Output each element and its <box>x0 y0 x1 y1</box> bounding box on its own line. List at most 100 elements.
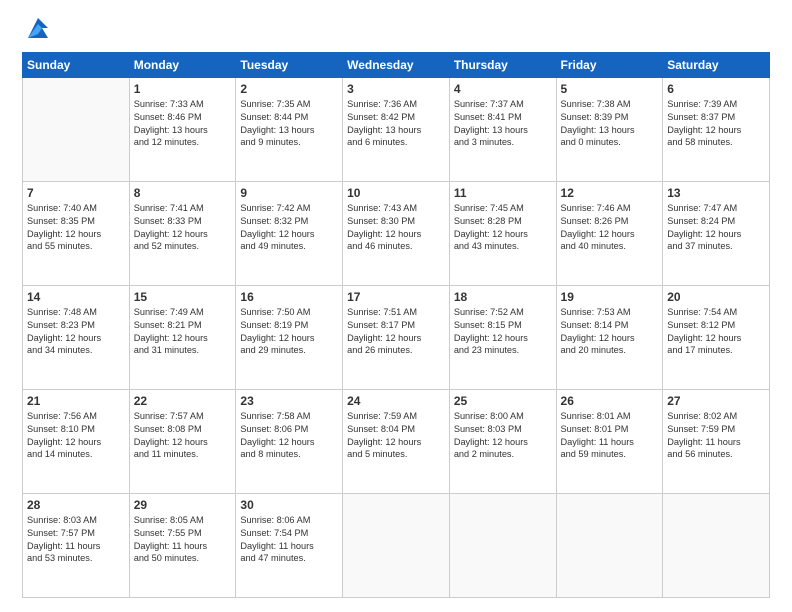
day-info: Sunrise: 8:06 AM Sunset: 7:54 PM Dayligh… <box>240 514 338 565</box>
day-number: 23 <box>240 393 338 409</box>
calendar-table: SundayMondayTuesdayWednesdayThursdayFrid… <box>22 52 770 598</box>
week-row-2: 7Sunrise: 7:40 AM Sunset: 8:35 PM Daylig… <box>23 182 770 286</box>
day-info: Sunrise: 8:00 AM Sunset: 8:03 PM Dayligh… <box>454 410 552 461</box>
day-info: Sunrise: 7:48 AM Sunset: 8:23 PM Dayligh… <box>27 306 125 357</box>
weekday-header-sunday: Sunday <box>23 53 130 78</box>
day-number: 6 <box>667 81 765 97</box>
calendar-cell: 25Sunrise: 8:00 AM Sunset: 8:03 PM Dayli… <box>449 390 556 494</box>
day-number: 8 <box>134 185 232 201</box>
day-number: 19 <box>561 289 659 305</box>
calendar-cell: 2Sunrise: 7:35 AM Sunset: 8:44 PM Daylig… <box>236 78 343 182</box>
weekday-header-wednesday: Wednesday <box>343 53 450 78</box>
day-info: Sunrise: 7:36 AM Sunset: 8:42 PM Dayligh… <box>347 98 445 149</box>
day-info: Sunrise: 7:40 AM Sunset: 8:35 PM Dayligh… <box>27 202 125 253</box>
day-info: Sunrise: 7:54 AM Sunset: 8:12 PM Dayligh… <box>667 306 765 357</box>
calendar-cell: 8Sunrise: 7:41 AM Sunset: 8:33 PM Daylig… <box>129 182 236 286</box>
day-info: Sunrise: 7:49 AM Sunset: 8:21 PM Dayligh… <box>134 306 232 357</box>
calendar-cell: 24Sunrise: 7:59 AM Sunset: 8:04 PM Dayli… <box>343 390 450 494</box>
day-number: 5 <box>561 81 659 97</box>
day-number: 25 <box>454 393 552 409</box>
day-info: Sunrise: 8:02 AM Sunset: 7:59 PM Dayligh… <box>667 410 765 461</box>
day-info: Sunrise: 7:43 AM Sunset: 8:30 PM Dayligh… <box>347 202 445 253</box>
day-number: 30 <box>240 497 338 513</box>
calendar-cell: 5Sunrise: 7:38 AM Sunset: 8:39 PM Daylig… <box>556 78 663 182</box>
day-number: 1 <box>134 81 232 97</box>
day-number: 14 <box>27 289 125 305</box>
day-info: Sunrise: 7:37 AM Sunset: 8:41 PM Dayligh… <box>454 98 552 149</box>
day-number: 13 <box>667 185 765 201</box>
calendar-cell <box>556 494 663 598</box>
calendar-cell: 11Sunrise: 7:45 AM Sunset: 8:28 PM Dayli… <box>449 182 556 286</box>
week-row-3: 14Sunrise: 7:48 AM Sunset: 8:23 PM Dayli… <box>23 286 770 390</box>
day-info: Sunrise: 8:05 AM Sunset: 7:55 PM Dayligh… <box>134 514 232 565</box>
header <box>22 18 770 42</box>
day-number: 29 <box>134 497 232 513</box>
calendar-cell: 12Sunrise: 7:46 AM Sunset: 8:26 PM Dayli… <box>556 182 663 286</box>
calendar-cell <box>449 494 556 598</box>
calendar-cell <box>23 78 130 182</box>
day-number: 4 <box>454 81 552 97</box>
calendar-cell: 28Sunrise: 8:03 AM Sunset: 7:57 PM Dayli… <box>23 494 130 598</box>
weekday-header-tuesday: Tuesday <box>236 53 343 78</box>
day-number: 3 <box>347 81 445 97</box>
calendar-cell: 15Sunrise: 7:49 AM Sunset: 8:21 PM Dayli… <box>129 286 236 390</box>
day-info: Sunrise: 7:35 AM Sunset: 8:44 PM Dayligh… <box>240 98 338 149</box>
calendar-cell: 4Sunrise: 7:37 AM Sunset: 8:41 PM Daylig… <box>449 78 556 182</box>
day-info: Sunrise: 7:58 AM Sunset: 8:06 PM Dayligh… <box>240 410 338 461</box>
day-info: Sunrise: 7:50 AM Sunset: 8:19 PM Dayligh… <box>240 306 338 357</box>
weekday-header-row: SundayMondayTuesdayWednesdayThursdayFrid… <box>23 53 770 78</box>
day-info: Sunrise: 8:03 AM Sunset: 7:57 PM Dayligh… <box>27 514 125 565</box>
weekday-header-friday: Friday <box>556 53 663 78</box>
calendar-cell: 27Sunrise: 8:02 AM Sunset: 7:59 PM Dayli… <box>663 390 770 494</box>
calendar-cell: 26Sunrise: 8:01 AM Sunset: 8:01 PM Dayli… <box>556 390 663 494</box>
day-info: Sunrise: 7:42 AM Sunset: 8:32 PM Dayligh… <box>240 202 338 253</box>
day-info: Sunrise: 8:01 AM Sunset: 8:01 PM Dayligh… <box>561 410 659 461</box>
week-row-4: 21Sunrise: 7:56 AM Sunset: 8:10 PM Dayli… <box>23 390 770 494</box>
calendar-cell: 17Sunrise: 7:51 AM Sunset: 8:17 PM Dayli… <box>343 286 450 390</box>
day-number: 9 <box>240 185 338 201</box>
calendar-cell: 20Sunrise: 7:54 AM Sunset: 8:12 PM Dayli… <box>663 286 770 390</box>
day-info: Sunrise: 7:38 AM Sunset: 8:39 PM Dayligh… <box>561 98 659 149</box>
day-number: 11 <box>454 185 552 201</box>
day-number: 18 <box>454 289 552 305</box>
day-info: Sunrise: 7:45 AM Sunset: 8:28 PM Dayligh… <box>454 202 552 253</box>
calendar-cell: 3Sunrise: 7:36 AM Sunset: 8:42 PM Daylig… <box>343 78 450 182</box>
calendar-cell: 9Sunrise: 7:42 AM Sunset: 8:32 PM Daylig… <box>236 182 343 286</box>
day-info: Sunrise: 7:39 AM Sunset: 8:37 PM Dayligh… <box>667 98 765 149</box>
calendar-cell: 13Sunrise: 7:47 AM Sunset: 8:24 PM Dayli… <box>663 182 770 286</box>
day-number: 27 <box>667 393 765 409</box>
calendar-cell: 1Sunrise: 7:33 AM Sunset: 8:46 PM Daylig… <box>129 78 236 182</box>
day-info: Sunrise: 7:33 AM Sunset: 8:46 PM Dayligh… <box>134 98 232 149</box>
day-number: 7 <box>27 185 125 201</box>
day-number: 17 <box>347 289 445 305</box>
calendar-cell: 19Sunrise: 7:53 AM Sunset: 8:14 PM Dayli… <box>556 286 663 390</box>
day-info: Sunrise: 7:46 AM Sunset: 8:26 PM Dayligh… <box>561 202 659 253</box>
day-number: 16 <box>240 289 338 305</box>
day-info: Sunrise: 7:52 AM Sunset: 8:15 PM Dayligh… <box>454 306 552 357</box>
day-info: Sunrise: 7:57 AM Sunset: 8:08 PM Dayligh… <box>134 410 232 461</box>
calendar-cell: 7Sunrise: 7:40 AM Sunset: 8:35 PM Daylig… <box>23 182 130 286</box>
day-info: Sunrise: 7:59 AM Sunset: 8:04 PM Dayligh… <box>347 410 445 461</box>
calendar-cell: 23Sunrise: 7:58 AM Sunset: 8:06 PM Dayli… <box>236 390 343 494</box>
weekday-header-thursday: Thursday <box>449 53 556 78</box>
day-number: 2 <box>240 81 338 97</box>
day-number: 10 <box>347 185 445 201</box>
day-info: Sunrise: 7:51 AM Sunset: 8:17 PM Dayligh… <box>347 306 445 357</box>
week-row-1: 1Sunrise: 7:33 AM Sunset: 8:46 PM Daylig… <box>23 78 770 182</box>
calendar-cell: 16Sunrise: 7:50 AM Sunset: 8:19 PM Dayli… <box>236 286 343 390</box>
day-info: Sunrise: 7:47 AM Sunset: 8:24 PM Dayligh… <box>667 202 765 253</box>
calendar-cell: 29Sunrise: 8:05 AM Sunset: 7:55 PM Dayli… <box>129 494 236 598</box>
day-number: 24 <box>347 393 445 409</box>
day-number: 15 <box>134 289 232 305</box>
calendar-cell: 10Sunrise: 7:43 AM Sunset: 8:30 PM Dayli… <box>343 182 450 286</box>
day-number: 28 <box>27 497 125 513</box>
day-info: Sunrise: 7:53 AM Sunset: 8:14 PM Dayligh… <box>561 306 659 357</box>
logo-icon <box>24 14 52 42</box>
calendar-cell: 18Sunrise: 7:52 AM Sunset: 8:15 PM Dayli… <box>449 286 556 390</box>
week-row-5: 28Sunrise: 8:03 AM Sunset: 7:57 PM Dayli… <box>23 494 770 598</box>
calendar-cell <box>663 494 770 598</box>
calendar-cell: 14Sunrise: 7:48 AM Sunset: 8:23 PM Dayli… <box>23 286 130 390</box>
calendar-cell: 21Sunrise: 7:56 AM Sunset: 8:10 PM Dayli… <box>23 390 130 494</box>
day-number: 21 <box>27 393 125 409</box>
day-number: 12 <box>561 185 659 201</box>
